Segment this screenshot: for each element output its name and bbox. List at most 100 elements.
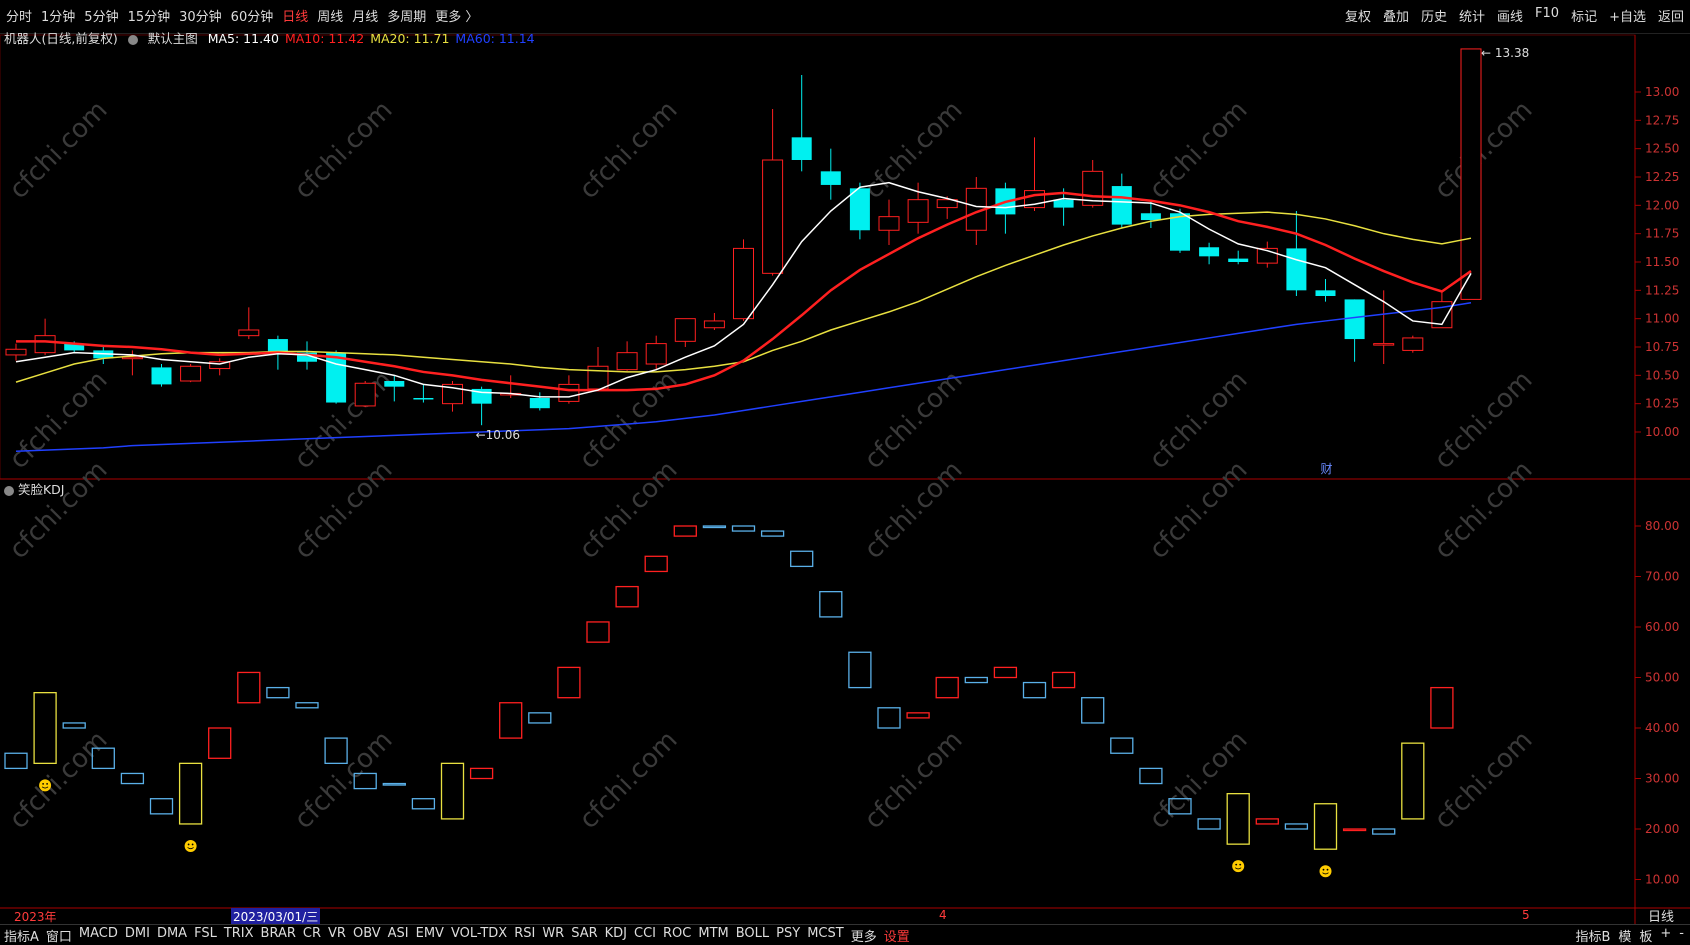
kdj-box	[469, 767, 494, 780]
indicator-right-0[interactable]: 指标B	[1575, 926, 1610, 945]
action-button-5[interactable]: F10	[1535, 6, 1559, 25]
indicator-tab-20[interactable]: MTM	[698, 926, 728, 945]
indicator-tab-6[interactable]: TRIX	[224, 926, 254, 945]
period-tab-2[interactable]: 5分钟	[84, 6, 118, 25]
period-tab-1[interactable]: 1分钟	[41, 6, 75, 25]
indicator-tab-23[interactable]: MCST	[807, 926, 844, 945]
price-tick-label: 10.50	[1645, 368, 1679, 382]
indicator-tab-0[interactable]: 指标A	[4, 926, 39, 945]
kdj-tick-label: 70.00	[1645, 570, 1679, 584]
kdj-box	[702, 525, 727, 529]
indicator-tab-10[interactable]: OBV	[353, 926, 381, 945]
indicator-tab-4[interactable]: DMA	[157, 926, 187, 945]
smiley-icon	[1232, 860, 1245, 873]
kdj-tick-label: 60.00	[1645, 620, 1679, 634]
indicator-tab-22[interactable]: PSY	[776, 926, 800, 945]
price-tick-label: 11.75	[1645, 227, 1679, 241]
period-tab-9[interactable]: 多周期	[387, 6, 426, 25]
kdj-box	[411, 798, 436, 810]
action-button-7[interactable]: +自选	[1609, 6, 1646, 25]
action-button-8[interactable]: 返回	[1658, 6, 1684, 25]
period-tab-7[interactable]: 周线	[317, 6, 343, 25]
indicator-tab-8[interactable]: CR	[303, 926, 321, 945]
kdj-box	[1313, 803, 1338, 850]
watermark-text: cfchi.com	[4, 365, 114, 475]
price-tick-label: 12.00	[1645, 198, 1679, 212]
indicator-tab-right: 指标B 模板 + -	[1567, 926, 1684, 945]
candle-body-down	[529, 398, 550, 409]
main-chart-frame	[0, 34, 1636, 480]
indicator-tab-3[interactable]: DMI	[125, 926, 150, 945]
template-icon[interactable]	[127, 34, 138, 45]
indicator-right-4[interactable]: -	[1679, 926, 1684, 945]
smiley-icon	[42, 782, 44, 785]
watermark-text: cfchi.com	[859, 95, 969, 205]
candle-body-down	[791, 137, 812, 160]
indicator-tab-14[interactable]: RSI	[514, 926, 535, 945]
watermark-text: cfchi.com	[859, 365, 969, 475]
kdj-title[interactable]: 笑脸KDJ	[18, 482, 65, 497]
indicator-tab-21[interactable]: BOLL	[736, 926, 769, 945]
kdj-box	[382, 782, 406, 786]
stock-title: 机器人(日线,前复权)	[4, 31, 118, 46]
indicator-right-2[interactable]: 板	[1639, 926, 1652, 945]
template-label[interactable]: 默认主图	[148, 31, 198, 46]
indicator-tab-12[interactable]: EMV	[416, 926, 444, 945]
indicator-tab-9[interactable]: VR	[328, 926, 346, 945]
period-tab-5[interactable]: 60分钟	[231, 6, 274, 25]
indicator-tab-18[interactable]: CCI	[634, 926, 656, 945]
candle-body-up	[616, 352, 638, 371]
kdj-box	[1372, 828, 1396, 835]
chart-area[interactable]: cfchi.comcfchi.comcfchi.comcfchi.comcfch…	[0, 0, 1690, 943]
finance-marker: 财	[1321, 462, 1333, 476]
indicator-right-1[interactable]: 模	[1618, 926, 1631, 945]
high-price-label: ← 13.38	[1481, 46, 1529, 60]
action-button-3[interactable]: 统计	[1459, 6, 1485, 25]
ma-label-1: MA10: 11.42	[284, 31, 365, 46]
kdj-box	[149, 798, 174, 815]
indicator-tab-5[interactable]: FSL	[194, 926, 217, 945]
kdj-box	[440, 762, 465, 820]
indicator-tab-17[interactable]: KDJ	[605, 926, 627, 945]
candle-body-down	[1286, 248, 1307, 291]
kdj-box	[1284, 823, 1309, 830]
indicator-tab-25[interactable]: 设置	[884, 926, 910, 945]
candle-body-up	[907, 199, 929, 223]
ma-label-0: MA5: 11.40	[207, 31, 279, 46]
indicator-tab-24[interactable]: 更多	[851, 926, 877, 945]
kdj-box	[528, 712, 552, 724]
period-axis-label: 日线	[1648, 910, 1675, 925]
indicator-right-3[interactable]: +	[1660, 926, 1671, 945]
watermark-text: cfchi.com	[289, 95, 399, 205]
action-button-2[interactable]: 历史	[1421, 6, 1447, 25]
period-tab-10[interactable]: 更多 〉	[435, 6, 478, 25]
action-button-0[interactable]: 复权	[1345, 6, 1371, 25]
kdj-box	[33, 692, 57, 765]
candle-body-down	[413, 398, 434, 400]
indicator-tab-16[interactable]: SAR	[571, 926, 597, 945]
kdj-box	[178, 762, 203, 825]
indicator-tab-11[interactable]: ASI	[388, 926, 409, 945]
indicator-tab-7[interactable]: BRAR	[261, 926, 296, 945]
price-tick-label: 10.00	[1645, 425, 1679, 439]
period-tab-4[interactable]: 30分钟	[179, 6, 222, 25]
action-button-4[interactable]: 画线	[1497, 6, 1523, 25]
watermark-text: cfchi.com	[859, 455, 969, 565]
indicator-tab-19[interactable]: ROC	[663, 926, 691, 945]
kdj-box	[237, 671, 261, 704]
action-button-1[interactable]: 叠加	[1383, 6, 1409, 25]
low-price-label: ←10.06	[476, 428, 520, 442]
period-tab-3[interactable]: 15分钟	[128, 6, 171, 25]
indicator-tab-13[interactable]: VOL-TDX	[451, 926, 507, 945]
kdj-box	[1430, 686, 1454, 729]
period-tab-0[interactable]: 分时	[6, 6, 32, 25]
period-tab-6[interactable]: 日线	[282, 6, 308, 25]
indicator-tab-2[interactable]: MACD	[79, 926, 118, 945]
indicator-tab-1[interactable]: 窗口	[46, 926, 72, 945]
candle-body-down	[1053, 199, 1074, 208]
action-button-6[interactable]: 标记	[1571, 6, 1597, 25]
period-tab-8[interactable]: 月线	[352, 6, 378, 25]
indicator-tab-15[interactable]: WR	[542, 926, 564, 945]
price-tick-label: 10.25	[1645, 397, 1679, 411]
kdj-toggle-icon[interactable]	[4, 485, 14, 496]
